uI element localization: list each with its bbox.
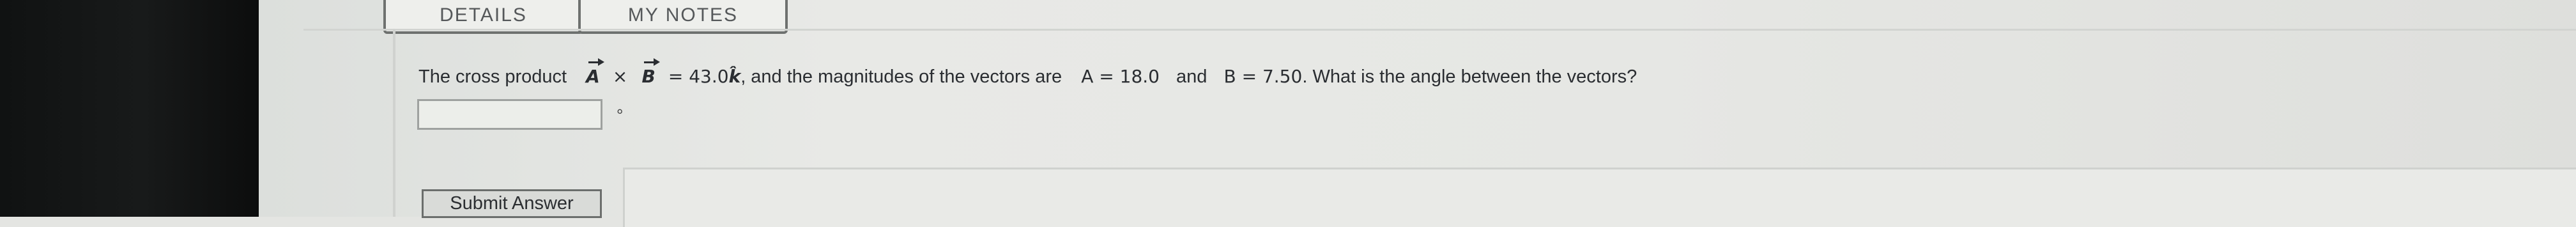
- question-text: The cross product A × B = 43.0k̂, and th…: [418, 58, 1637, 90]
- magnitude-b: B = 7.50: [1223, 66, 1303, 87]
- left-divider: [393, 29, 395, 217]
- cross-product-value: = 43.0: [668, 66, 729, 87]
- vector-a: A: [586, 58, 604, 90]
- answer-input[interactable]: [417, 99, 602, 130]
- dark-edge: [0, 0, 259, 217]
- question-page: DETAILS MY NOTES The cross product A × B…: [259, 0, 2576, 227]
- my-notes-label: MY NOTES: [627, 4, 739, 26]
- degree-unit: °: [617, 106, 624, 125]
- submit-answer-button[interactable]: Submit Answer: [422, 189, 602, 218]
- cross-symbol: ×: [612, 66, 628, 87]
- question-part2: , and the magnitudes of the vectors are: [740, 67, 1062, 87]
- response-panel: [623, 168, 2576, 227]
- top-divider: [303, 29, 2576, 31]
- and-text: and: [1176, 67, 1208, 87]
- question-part3: . What is the angle between the vectors?: [1302, 67, 1637, 87]
- details-label: DETAILS: [440, 4, 527, 26]
- vector-b: B: [641, 58, 661, 90]
- question-part1: The cross product: [418, 67, 567, 87]
- magnitude-a: A = 18.0: [1081, 66, 1160, 87]
- k-hat: k̂: [728, 66, 741, 87]
